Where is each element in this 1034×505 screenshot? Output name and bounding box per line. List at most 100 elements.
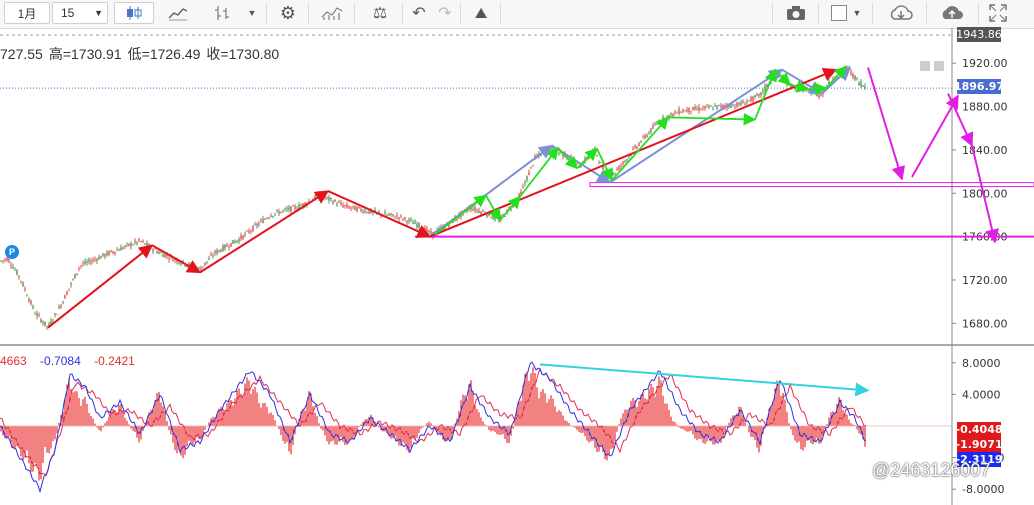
- candle-body: [630, 155, 632, 156]
- histogram-bar: [92, 418, 94, 426]
- histogram-bar: [132, 426, 134, 431]
- candle-body: [220, 250, 222, 252]
- chevron-down-icon: ▼: [852, 8, 862, 18]
- candle-body: [226, 245, 228, 247]
- candle-body: [250, 230, 252, 232]
- histogram-bar: [542, 388, 544, 426]
- compare-button[interactable]: ⚖: [360, 2, 400, 24]
- candle-body: [504, 216, 506, 218]
- color-select[interactable]: ▼: [824, 2, 868, 24]
- candle-body: [124, 245, 126, 247]
- candle-body: [670, 112, 672, 115]
- interval-select[interactable]: 15 ▼: [52, 2, 108, 24]
- histogram-bar: [266, 406, 268, 426]
- indicator-slow-line: [0, 367, 867, 477]
- histogram-bar: [476, 408, 478, 426]
- histogram-bar: [802, 426, 804, 451]
- histogram-bar: [648, 388, 650, 426]
- histogram-bar: [108, 416, 110, 426]
- histogram-bar: [354, 426, 356, 437]
- candle-body: [696, 108, 698, 110]
- candle-body: [4, 259, 6, 260]
- histogram-bar: [858, 426, 860, 434]
- histogram-bar: [696, 426, 698, 441]
- price-chart[interactable]: 1680.001720.001760.001800.001840.001880.…: [0, 28, 1034, 505]
- period-select[interactable]: 1月: [4, 2, 50, 24]
- candle-body: [714, 105, 716, 107]
- candle-body: [690, 111, 692, 112]
- histogram-bar: [712, 426, 714, 445]
- chart-type-dropdown[interactable]: ▼: [242, 2, 262, 24]
- candlestick-button[interactable]: [114, 2, 154, 24]
- candle-body: [288, 207, 290, 210]
- candle-body: [456, 219, 458, 220]
- candle-body: [850, 71, 852, 74]
- histogram-bar: [544, 393, 546, 426]
- drawing-tool-button[interactable]: ⛰: [466, 2, 496, 24]
- histogram-bar: [488, 426, 490, 430]
- histogram-bar: [74, 391, 76, 426]
- histogram-bar: [156, 393, 158, 426]
- candle-body: [190, 263, 192, 265]
- candle-body: [480, 211, 482, 214]
- histogram-bar: [494, 426, 496, 432]
- candle-body: [300, 205, 302, 207]
- candle-body: [232, 240, 234, 244]
- histogram-bar: [72, 392, 74, 426]
- cloud-download-button[interactable]: [880, 2, 922, 24]
- histogram-bar: [792, 426, 794, 436]
- candle-body: [392, 214, 394, 216]
- candle-body: [698, 107, 700, 111]
- candle-body: [6, 257, 8, 261]
- histogram-bar: [30, 426, 32, 472]
- wave-arrow-blue: [609, 68, 784, 184]
- candle-body: [864, 86, 866, 88]
- histogram-bar: [690, 426, 692, 431]
- candle-body: [340, 202, 342, 205]
- candle-body: [152, 249, 154, 252]
- candle-body: [222, 245, 224, 252]
- candle-body: [686, 109, 688, 112]
- histogram-bar: [164, 411, 166, 426]
- snapshot-button[interactable]: [778, 2, 814, 24]
- candle-body: [84, 261, 86, 264]
- candle-body: [22, 282, 24, 287]
- ohlc-bars-button[interactable]: [204, 2, 240, 24]
- candle-body: [746, 101, 748, 103]
- fullscreen-button[interactable]: [984, 2, 1012, 24]
- candle-body: [618, 165, 620, 170]
- histogram-bar: [428, 421, 430, 426]
- histogram-bar: [810, 426, 812, 444]
- histogram-bar: [20, 426, 22, 457]
- histogram-bar: [272, 415, 274, 426]
- cloud-upload-button[interactable]: [930, 2, 974, 24]
- candle-body: [290, 206, 292, 212]
- histogram-bar: [462, 394, 464, 426]
- histogram-bar: [258, 402, 260, 426]
- histogram-bar: [630, 400, 632, 426]
- candle-body: [38, 314, 40, 316]
- candle-body: [852, 73, 854, 78]
- histogram-bar: [600, 426, 602, 446]
- price-tick-label: 1920.00: [962, 57, 1008, 70]
- candle-body: [24, 288, 26, 290]
- candle-body: [388, 214, 390, 216]
- indicator-tick-label: -8.0000: [962, 483, 1004, 496]
- histogram-bar: [392, 426, 394, 439]
- histogram-bar: [492, 426, 494, 431]
- p-marker-icon[interactable]: P: [5, 245, 19, 259]
- candle-body: [598, 161, 600, 163]
- candle-body: [316, 195, 318, 197]
- indicator-button[interactable]: [314, 2, 350, 24]
- line-chart-button[interactable]: [160, 2, 196, 24]
- settings-button[interactable]: ⚙: [272, 2, 304, 24]
- candle-body: [622, 161, 624, 164]
- candle-body: [710, 106, 712, 107]
- candle-body: [168, 258, 170, 260]
- redo-button[interactable]: ↷: [432, 2, 458, 24]
- candle-body: [398, 217, 400, 220]
- candle-body: [732, 104, 734, 106]
- undo-button[interactable]: ↶: [406, 2, 432, 24]
- line-chart-icon: [168, 8, 188, 21]
- histogram-bar: [188, 426, 190, 441]
